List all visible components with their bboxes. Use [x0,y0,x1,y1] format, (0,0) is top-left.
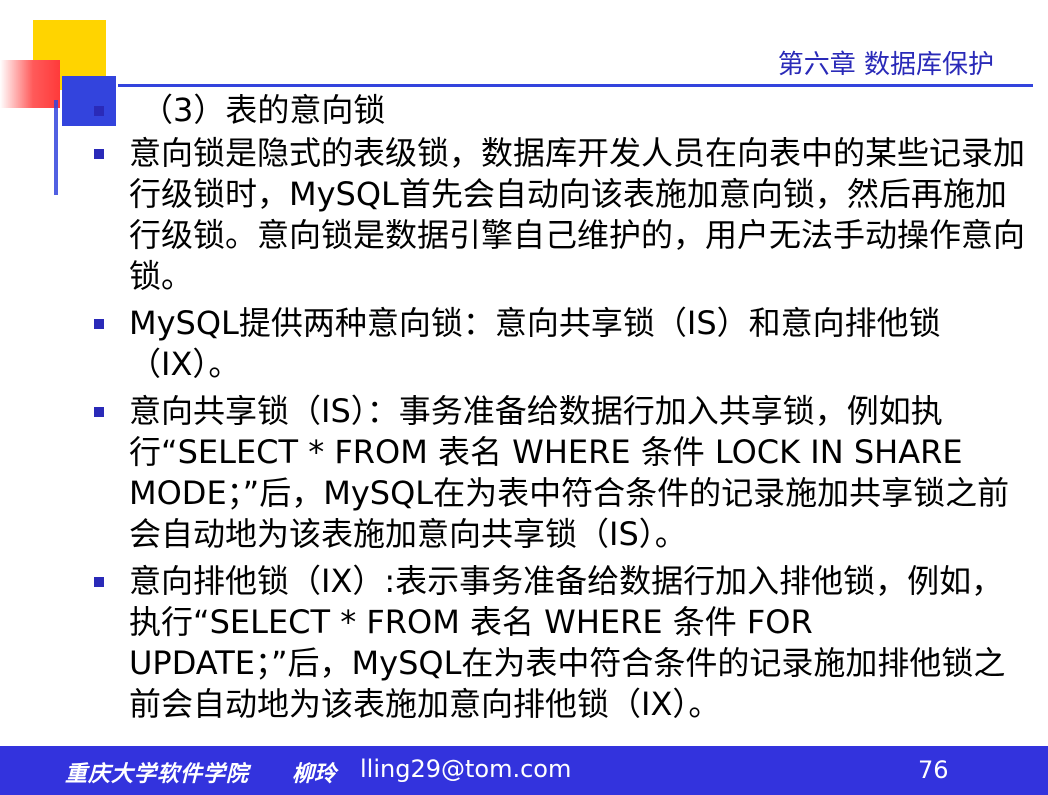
footer-author: 柳玲 [292,761,337,787]
bullet-item-text: 意向排他锁（IX）:表示事务准备给数据行加入排他锁，例如，执行“SELECT *… [129,562,1006,723]
footer-bar: 重庆大学软件学院 柳玲 lling29@tom.com 76 [0,746,1048,795]
bullet-icon [94,106,104,116]
decor-red-square [0,60,60,108]
bullet-item-text: 意向共享锁（IS）：事务准备给数据行加入共享锁，例如执行“SELECT * FR… [129,392,1010,553]
slide-heading: （3）表的意向锁 [88,90,1033,131]
bullet-item-text: 意向锁是隐式的表级锁，数据库开发人员在向表中的某些记录加行级锁时，MySQL首先… [129,134,1026,295]
bullet-item-4: 意向排他锁（IX）:表示事务准备给数据行加入排他锁，例如，执行“SELECT *… [88,561,1033,725]
decor-vertical-line [54,100,58,195]
bullet-icon [94,577,104,587]
bullet-item-3: 意向共享锁（IS）：事务准备给数据行加入共享锁，例如执行“SELECT * FR… [88,391,1033,555]
slide-heading-text: （3）表的意向锁 [141,91,386,129]
header-divider-line [118,84,1033,87]
page-number: 76 [918,756,949,784]
bullet-icon [94,407,104,417]
bullet-item-text: MySQL提供两种意向锁：意向共享锁（IS）和意向排他锁（IX）。 [129,304,941,383]
bullet-item-1: 意向锁是隐式的表级锁，数据库开发人员在向表中的某些记录加行级锁时，MySQL首先… [88,133,1033,297]
chapter-title: 第六章 数据库保护 [777,50,994,80]
slide-content: （3）表的意向锁 意向锁是隐式的表级锁，数据库开发人员在向表中的某些记录加行级锁… [88,90,1033,731]
footer-email: lling29@tom.com [360,755,572,783]
footer-school: 重庆大学软件学院 [65,761,250,787]
bullet-item-2: MySQL提供两种意向锁：意向共享锁（IS）和意向排他锁（IX）。 [88,303,1033,385]
bullet-icon [94,149,104,159]
bullet-icon [94,319,104,329]
